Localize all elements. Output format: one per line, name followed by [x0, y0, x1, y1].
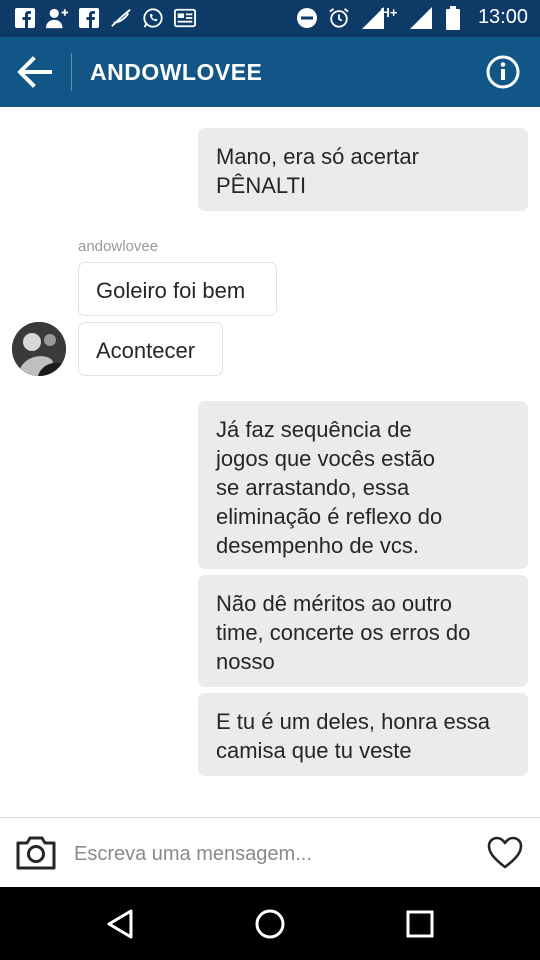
recents-square-icon[interactable]	[403, 907, 437, 941]
signal-icon: H+	[360, 5, 400, 29]
message-input[interactable]	[72, 836, 466, 872]
outgoing-message[interactable]: Já faz sequência de jogos que vocês estã…	[198, 401, 528, 569]
status-bar: H+ 13:00	[0, 0, 540, 37]
app-bar: ANDOWLOVEE	[0, 37, 540, 107]
info-icon[interactable]	[486, 55, 520, 89]
signal-icon	[409, 6, 432, 29]
add-friend-icon	[46, 7, 68, 29]
avatar[interactable]	[12, 322, 66, 376]
facebook-icon	[14, 7, 36, 29]
clock: 13:00	[477, 6, 528, 28]
message-composer	[0, 817, 540, 888]
notification-icons	[14, 7, 196, 29]
incoming-message[interactable]: Acontecer	[78, 322, 223, 376]
whatsapp-icon	[142, 7, 164, 29]
back-triangle-icon[interactable]	[103, 907, 137, 941]
heart-icon[interactable]	[487, 836, 523, 870]
arrow-left-icon[interactable]	[16, 55, 52, 89]
home-circle-icon[interactable]	[253, 907, 287, 941]
outgoing-message[interactable]: Mano, era só acertar PÊNALTI	[198, 128, 528, 211]
conversation-title[interactable]: ANDOWLOVEE	[90, 59, 262, 86]
news-icon	[174, 7, 196, 29]
system-icons: H+ 13:00	[296, 5, 528, 30]
navigation-bar	[0, 887, 540, 960]
incoming-message[interactable]: Goleiro foi bem	[78, 262, 277, 316]
message-list[interactable]: Mano, era só acertar PÊNALTI andowlovee …	[0, 107, 540, 817]
camera-icon[interactable]	[15, 835, 57, 871]
outgoing-message[interactable]: Não dê méritos ao outro time, concerte o…	[198, 575, 528, 687]
sender-name: andowlovee	[78, 238, 159, 255]
do-not-disturb-icon	[296, 7, 318, 29]
alarm-icon	[328, 7, 350, 29]
outgoing-message[interactable]: E tu é um deles, honra essa camisa que t…	[198, 693, 528, 776]
battery-icon	[442, 5, 464, 30]
network-type: H+	[380, 5, 398, 20]
facebook-icon	[78, 7, 100, 29]
feather-icon	[110, 7, 132, 29]
header-divider	[71, 53, 72, 91]
